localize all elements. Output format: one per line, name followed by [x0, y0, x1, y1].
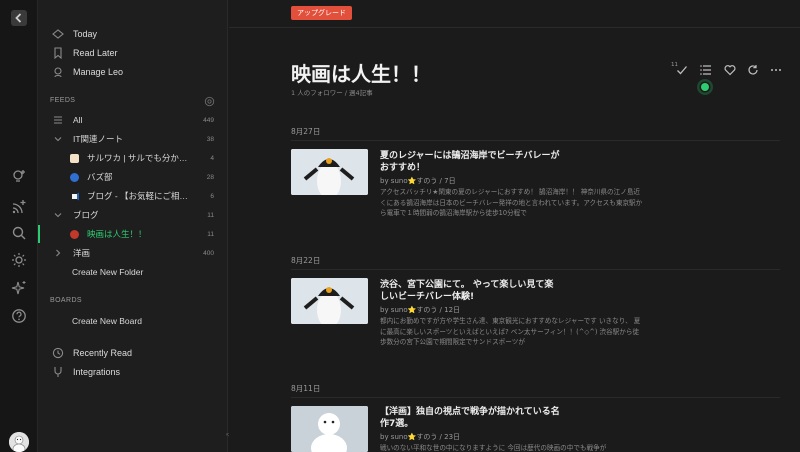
- avatar[interactable]: [9, 432, 29, 452]
- list-icon: [52, 114, 64, 126]
- divider: [291, 140, 780, 141]
- divider: [291, 397, 780, 398]
- today-icon: [52, 28, 64, 40]
- create-folder-button[interactable]: Create New Folder: [72, 267, 143, 277]
- article-byline: by suno⭐すのう / 23日: [380, 433, 461, 441]
- top-bar: アップグレード: [229, 0, 800, 28]
- unread-count: 4: [210, 154, 214, 162]
- feed-eiga-wa-jinsei[interactable]: 映画は人生！！ 11: [38, 225, 228, 243]
- article-snippet: アクセスバッチリ★閑東の夏のレジャーにおすすめ！ 鵠沼海岸！！ 神奈川県の江ノ島…: [380, 188, 643, 217]
- feed-favicon: [70, 172, 79, 182]
- unread-count: 449: [203, 116, 214, 124]
- sidebar-item-label: Integrations: [73, 367, 121, 377]
- search-icon[interactable]: [11, 225, 27, 241]
- feed-label: All: [73, 115, 83, 125]
- article-title[interactable]: 渋谷、宮下公園にて。 やって楽しい見て楽しいビーチバレー体験!: [380, 279, 560, 303]
- folder-label: IT関連ノート: [73, 134, 124, 144]
- folder-yoga[interactable]: 洋画 400: [38, 244, 228, 262]
- feed-buzzbu[interactable]: バズ部 28: [38, 168, 228, 186]
- icon-rail: [0, 0, 38, 452]
- heart-icon[interactable]: [724, 64, 736, 76]
- add-idea-icon[interactable]: [11, 168, 27, 184]
- feed-label: サルワカ | サルでも分か…: [87, 153, 188, 163]
- folder-it-notes[interactable]: IT関連ノート 38: [38, 130, 228, 148]
- folder-label: ブログ: [73, 210, 99, 220]
- more-icon[interactable]: [770, 64, 782, 76]
- article-thumbnail[interactable]: [291, 278, 368, 324]
- feed-label: ブログ - 【お気軽にご相…: [87, 191, 188, 201]
- feeds-heading: FEEDS: [50, 97, 76, 104]
- chevron-down-icon[interactable]: [52, 133, 64, 145]
- article-title[interactable]: 【洋画】独自の視点で戦争が描かれている名作7選。: [380, 406, 560, 430]
- chevron-right-icon[interactable]: [52, 247, 64, 259]
- date-heading: 8月22日: [291, 256, 321, 265]
- boards-heading: BOARDS: [50, 297, 82, 304]
- sidebar-item-label: Today: [73, 29, 98, 39]
- feed-label: バズ部: [87, 172, 113, 182]
- feed-blog-consult[interactable]: ブログ - 【お気軽にご相… 6: [38, 187, 228, 205]
- feed-favicon: [70, 191, 79, 201]
- folder-blog[interactable]: ブログ 11: [38, 206, 228, 224]
- integrations-icon: [52, 366, 64, 378]
- feed-favicon: [70, 153, 79, 163]
- page-title: 映画は人生！！: [291, 62, 431, 86]
- sidebar-item-read-later[interactable]: Read Later: [52, 44, 215, 62]
- create-board-button[interactable]: Create New Board: [72, 316, 142, 326]
- folder-label: 洋画: [73, 248, 91, 258]
- theme-icon[interactable]: [11, 252, 27, 268]
- unread-count: 6: [210, 192, 214, 200]
- unread-count: 28: [206, 173, 214, 181]
- date-heading: 8月11日: [291, 384, 321, 393]
- bookmark-icon: [52, 47, 64, 59]
- unread-count: 11: [207, 230, 214, 238]
- status-indicator[interactable]: [697, 79, 713, 95]
- sidebar-item-manage-leo[interactable]: Manage Leo: [52, 63, 215, 81]
- divider: [291, 269, 780, 270]
- logo-icon[interactable]: [11, 10, 27, 26]
- article-snippet: 都内にお勤めですが方や学生さん達、東京観光におすすめなレジャーです いきなり、 …: [380, 317, 641, 346]
- article-thumbnail[interactable]: [291, 149, 368, 195]
- leo-icon: [52, 66, 64, 78]
- list-view-icon[interactable]: [700, 64, 712, 76]
- unread-count: 400: [203, 249, 214, 257]
- article-byline: by suno⭐すのう / 12日: [380, 306, 461, 314]
- feed-favicon: [70, 229, 79, 239]
- article-snippet: 戦いのない平和な世の中になりますように 今回は歴代の映画の中でも戦争が: [380, 444, 607, 452]
- settings-icon[interactable]: [204, 94, 215, 107]
- chevron-down-icon[interactable]: [52, 209, 64, 221]
- mark-as-read-icon[interactable]: [676, 64, 688, 76]
- refresh-icon[interactable]: [747, 64, 759, 76]
- help-icon[interactable]: [11, 308, 27, 324]
- upgrade-button[interactable]: アップグレード: [291, 6, 352, 20]
- sidebar-item-today[interactable]: Today: [52, 25, 215, 43]
- sidebar-item-recently-read[interactable]: Recently Read: [52, 344, 215, 362]
- feed-all[interactable]: All 449: [38, 111, 228, 129]
- sidebar-item-label: Read Later: [73, 48, 118, 58]
- article-title[interactable]: 夏のレジャーには鵠沼海岸でビーチバレーがおすすめ！: [380, 150, 560, 174]
- article-byline: by suno⭐すのう / 7日: [380, 177, 456, 185]
- sidebar-item-label: Recently Read: [73, 348, 133, 358]
- unread-count: 38: [206, 135, 214, 143]
- article-thumbnail[interactable]: [291, 406, 368, 452]
- main-content: アップグレード 映画は人生！！ 1 人のフォロワー / 週4記事 11 8月27…: [229, 0, 800, 452]
- sparkle-icon[interactable]: [11, 280, 27, 296]
- feed-saruwaka[interactable]: サルワカ | サルでも分か… 4: [38, 149, 228, 167]
- feed-meta: 1 人のフォロワー / 週4記事: [291, 89, 373, 97]
- add-feed-icon[interactable]: [11, 199, 27, 215]
- feed-label: 映画は人生！！: [87, 229, 147, 239]
- sidebar: Today Read Later Manage Leo FEEDS All 44…: [38, 0, 228, 452]
- sidebar-item-integrations[interactable]: Integrations: [52, 363, 215, 381]
- unread-count: 11: [207, 211, 214, 219]
- sidebar-item-label: Manage Leo: [73, 67, 124, 77]
- date-heading: 8月27日: [291, 127, 321, 136]
- clock-icon: [52, 347, 64, 359]
